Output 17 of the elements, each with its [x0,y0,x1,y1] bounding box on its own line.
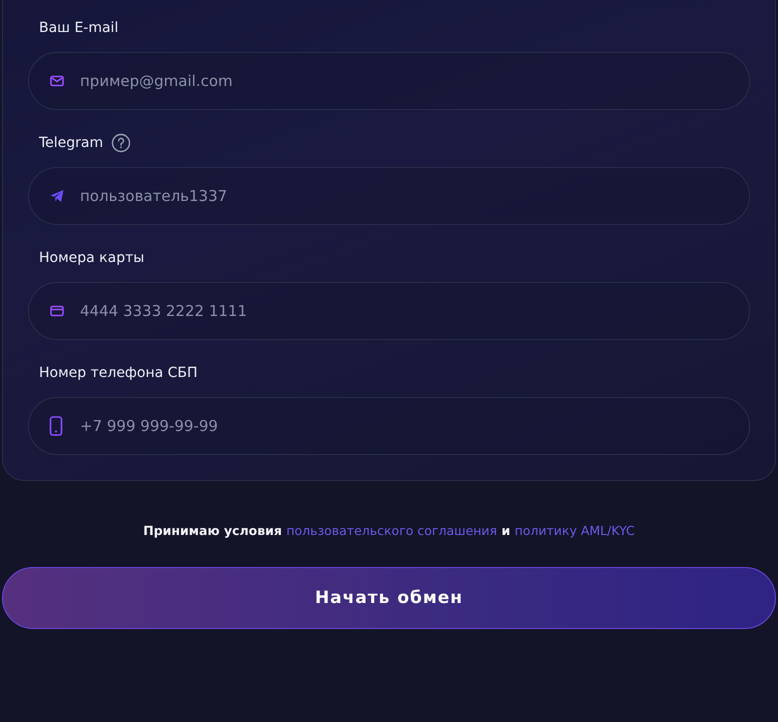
agreement-text: Принимаю условия пользовательского соглашения и политику AML/KYC [142,523,636,538]
phone-icon [49,416,63,436]
field-label: Номера карты [39,250,144,266]
field-label: Ваш E-mail [39,20,118,36]
policy-link[interactable]: политику AML/KYC [514,523,635,538]
input-field[interactable]: +7 999 999-99-99 [28,397,750,455]
field-label: Telegram [39,135,104,151]
start-exchange-button[interactable]: Начать обмен [2,567,776,629]
input-field[interactable]: пользователь1337 [28,167,750,225]
card-icon [49,303,65,319]
envelope-icon [49,73,65,89]
help-icon[interactable] [111,133,132,153]
input-field[interactable]: пример@gmail.com [28,52,750,110]
terms-link[interactable]: пользовательского соглашения [286,523,498,538]
paper-plane-icon [49,188,65,204]
input-field[interactable]: 4444 3333 2222 1111 [28,282,750,340]
field-label: Номер телефона СБП [39,365,198,381]
